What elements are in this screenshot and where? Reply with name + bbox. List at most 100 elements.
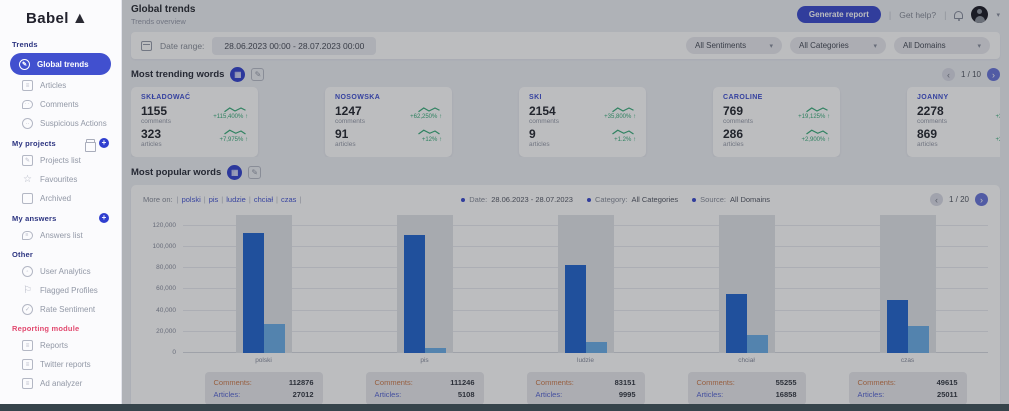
chart-group (344, 215, 505, 353)
articles-count: 869 (917, 128, 938, 140)
popular-table-view-button[interactable]: ▦ (227, 165, 242, 180)
articles-count: 9 (529, 128, 550, 140)
sidebar-item-suspicious-actions[interactable]: ·· Suspicious Actions (0, 114, 121, 133)
x-tick-label: ludzie (505, 357, 666, 364)
categories-dropdown[interactable]: All Categories ▾ (790, 37, 886, 54)
popular-words-chart-card: More on: | polski | pis | ludzie | chcia… (131, 185, 1000, 411)
word-link-czas[interactable]: czas (281, 195, 296, 204)
manage-projects-icon[interactable] (86, 139, 95, 147)
popular-section-header: Most popular words ▦ ✎ (131, 165, 1000, 180)
trending-next-button[interactable]: › (987, 68, 1000, 81)
comments-count: 1247 (335, 105, 365, 117)
app-logo[interactable]: Babel ▲ (0, 6, 121, 35)
articles-count: 91 (335, 128, 356, 140)
sparkline-icon (804, 128, 830, 137)
sparkline-icon (222, 128, 248, 137)
stat-articles-value: 5108 (458, 389, 475, 401)
comments-count: 1155 (141, 105, 171, 117)
get-help-link[interactable]: Get help? (899, 10, 936, 20)
sidebar-section-other: Other (0, 245, 121, 262)
sidebar-item-user-analytics[interactable]: ◦ User Analytics (0, 262, 121, 281)
word-link-polski[interactable]: polski (182, 195, 201, 204)
sidebar-item-rate-sentiment[interactable]: ✓ Rate Sentiment (0, 300, 121, 319)
trending-card[interactable]: JOANNY 2278 comments +3,250% ↑ 869 artic… (907, 87, 1000, 157)
articles-change: +7,975% ↑ (219, 137, 248, 143)
chart-meta: Date: 28.06.2023 - 28.07.2023 Category: … (461, 195, 770, 204)
sidebar-item-global-trends[interactable]: ✎ Global trends (10, 53, 111, 75)
comments-bar (565, 265, 586, 353)
trend-pencil-icon: ✎ (19, 59, 30, 70)
sidebar-item-articles[interactable]: ≡ Articles (0, 76, 121, 95)
comments-change: +19,125% ↑ (798, 114, 830, 120)
sidebar-item-archived[interactable]: Archived (0, 189, 121, 208)
sentiments-dropdown[interactable]: All Sentiments ▾ (686, 37, 782, 54)
comments-change: +3,250% ↑ (995, 114, 1000, 120)
trending-card[interactable]: CAROLINE 769 comments +19,125% ↑ 286 art… (713, 87, 840, 157)
articles-count: 286 (723, 128, 744, 140)
trending-card[interactable]: NOSOWSKA 1247 comments +62,250% ↑ 91 art… (325, 87, 452, 157)
date-range-value[interactable]: 28.06.2023 00:00 - 28.07.2023 00:00 (212, 37, 376, 55)
sidebar-item-comments[interactable]: ·· Comments (0, 95, 121, 114)
app-logo-text: Babel (26, 10, 69, 27)
plot-area (183, 215, 988, 353)
category-band (558, 215, 614, 353)
word-link-ludzie[interactable]: ludzie (226, 195, 246, 204)
trending-section-header: Most trending words ▦ ✎ ‹ 1 / 10 › (131, 67, 1000, 82)
y-tick-label: 20,000 (156, 328, 176, 335)
flag-icon: ⚐ (22, 285, 33, 296)
generate-report-button[interactable]: Generate report (797, 6, 881, 23)
popular-prev-button[interactable]: ‹ (930, 193, 943, 206)
meta-source: Source: All Domains (692, 195, 770, 204)
sidebar-item-ad-analyzer[interactable]: ≡ Ad analyzer (0, 374, 121, 393)
sparkline-icon (998, 105, 1000, 114)
category-band (236, 215, 292, 353)
sidebar-item-answers-list[interactable]: ≡ Answers list (0, 226, 121, 245)
chart-group (183, 215, 344, 353)
stat-box: Comments:83151 Articles:9995 (527, 372, 645, 405)
user-menu-chevron-down-icon[interactable]: ▾ (996, 11, 1000, 19)
sidebar-item-flagged-profiles[interactable]: ⚐ Flagged Profiles (0, 281, 121, 300)
sidebar-item-twitter-reports[interactable]: ≡ Twitter reports (0, 355, 121, 374)
stat-comments-value: 55255 (776, 377, 797, 389)
comments-bar (404, 235, 425, 353)
report-document-icon: ≡ (22, 340, 33, 351)
bullet-icon (461, 198, 465, 202)
date-range-label: Date range: (160, 41, 204, 51)
articles-count: 323 (141, 128, 162, 140)
word-link-pis[interactable]: pis (209, 195, 219, 204)
suspicious-face-icon: ·· (22, 118, 33, 129)
popular-next-button[interactable]: › (975, 193, 988, 206)
domains-dropdown[interactable]: All Domains ▾ (894, 37, 990, 54)
stat-comments-value: 49615 (937, 377, 958, 389)
x-tick-label: polski (183, 357, 344, 364)
trending-prev-button[interactable]: ‹ (942, 68, 955, 81)
sparkline-icon (804, 105, 830, 114)
chart-stats-row: Comments:112876 Articles:27012 Comments:… (183, 372, 988, 405)
sidebar-item-reports[interactable]: ≡ Reports (0, 336, 121, 355)
add-project-button[interactable]: + (99, 138, 109, 148)
sidebar-item-favourites[interactable]: ☆ Favourites (0, 170, 121, 189)
sidebar-section-my-answers: My answers + (0, 208, 121, 226)
more-on-label: More on: (143, 195, 173, 204)
sparkline-icon (416, 128, 442, 137)
trending-card[interactable]: SKI 2154 comments +35,800% ↑ 9 articles … (519, 87, 646, 157)
page-heading: Global trends Trends overview (131, 4, 195, 26)
stat-articles-value: 9995 (619, 389, 636, 401)
trending-table-view-button[interactable]: ▦ (230, 67, 245, 82)
trending-card[interactable]: SKŁADOWAĆ 1155 comments +115,400% ↑ 323 … (131, 87, 258, 157)
chart-group (666, 215, 827, 353)
sidebar-item-projects-list[interactable]: ✎ Projects list (0, 151, 121, 170)
stat-box: Comments:49615 Articles:25011 (849, 372, 967, 405)
stat-comments-value: 83151 (615, 377, 636, 389)
popular-edit-button[interactable]: ✎ (248, 166, 261, 179)
comments-count: 769 (723, 105, 753, 117)
trending-edit-button[interactable]: ✎ (251, 68, 264, 81)
y-tick-label: 100,000 (153, 243, 177, 250)
user-avatar[interactable] (971, 6, 988, 23)
notifications-bell-icon[interactable] (954, 11, 963, 19)
x-axis-labels: polski pis ludzie chciał czas (183, 357, 988, 364)
word-link-chcial[interactable]: chciał (254, 195, 273, 204)
chart-group (827, 215, 988, 353)
add-answer-button[interactable]: + (99, 213, 109, 223)
bar-chart: 020,00040,00060,00080,000100,000120,000 (143, 215, 988, 353)
